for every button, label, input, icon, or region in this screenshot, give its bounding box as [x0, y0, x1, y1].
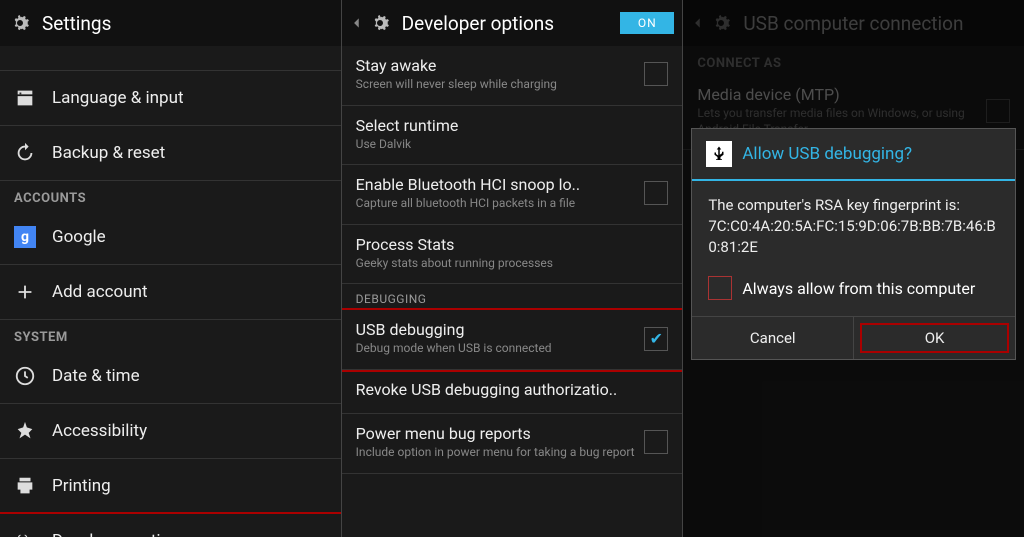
label: USB debugging	[356, 320, 637, 339]
row-add-account[interactable]: Add account	[0, 265, 341, 320]
settings-panel: Settings Language & input Backup & reset…	[0, 0, 342, 537]
master-toggle[interactable]: ON	[620, 12, 674, 34]
settings-title: Settings	[42, 12, 333, 35]
body-line1: The computer's RSA key fingerprint is:	[708, 195, 999, 216]
sublabel: Geeky stats about running processes	[356, 256, 661, 272]
label: Process Stats	[356, 235, 661, 254]
label: Enable Bluetooth HCI snoop lo..	[356, 175, 637, 194]
backup-icon	[14, 142, 36, 164]
section-system: SYSTEM	[0, 320, 341, 349]
label: Accessibility	[52, 421, 327, 441]
label: Add account	[52, 282, 327, 302]
cancel-button[interactable]: Cancel	[692, 317, 854, 359]
usb-connection-panel: USB computer connection CONNECT AS Media…	[683, 0, 1024, 537]
item-revoke-usb[interactable]: Revoke USB debugging authorizatio..	[342, 370, 683, 414]
checkbox[interactable]	[644, 430, 668, 454]
row-date-time[interactable]: Date & time	[0, 349, 341, 404]
clock-icon	[14, 365, 36, 387]
dialog-body: The computer's RSA key fingerprint is: 7…	[692, 181, 1015, 272]
back-icon[interactable]	[350, 16, 364, 30]
printer-icon	[14, 475, 36, 497]
settings-header: Settings	[0, 0, 341, 46]
row-printing[interactable]: Printing	[0, 459, 341, 514]
braces-icon: { }	[14, 530, 36, 537]
checkbox[interactable]	[708, 276, 732, 300]
label: Backup & reset	[52, 143, 327, 163]
usb-icon	[706, 141, 732, 167]
item-process-stats[interactable]: Process Stats Geeky stats about running p…	[342, 225, 683, 285]
label: Developer options	[52, 531, 327, 537]
label: Printing	[52, 476, 327, 496]
checkbox[interactable]	[644, 181, 668, 205]
developer-options-panel: Developer options ON Stay awake Screen wi…	[342, 0, 684, 537]
label: Google	[52, 227, 327, 247]
label: Date & time	[52, 366, 327, 386]
section-debugging: DEBUGGING	[342, 284, 683, 310]
label: Select runtime	[356, 116, 661, 135]
ok-button[interactable]: OK	[854, 317, 1015, 359]
gear-icon	[8, 11, 32, 35]
dialog-buttons: Cancel OK	[692, 316, 1015, 359]
row-developer-options[interactable]: { } Developer options	[0, 514, 341, 537]
label: Revoke USB debugging authorizatio..	[356, 380, 661, 399]
sublabel: Capture all bluetooth HCI packets in a f…	[356, 196, 637, 212]
svg-text:{ }: { }	[16, 533, 30, 537]
dialog-title: Allow USB debugging?	[742, 144, 912, 164]
section-accounts: ACCOUNTS	[0, 181, 341, 210]
google-icon: g	[14, 226, 36, 248]
sublabel: Include option in power menu for taking …	[356, 445, 637, 461]
plus-icon	[14, 281, 36, 303]
language-icon	[14, 87, 36, 109]
checkbox[interactable]	[644, 327, 668, 351]
label: Language & input	[52, 88, 327, 108]
sublabel: Screen will never sleep while charging	[356, 77, 637, 93]
truncated-row	[0, 46, 341, 71]
row-accessibility[interactable]: Accessibility	[0, 404, 341, 459]
checkbox[interactable]	[644, 62, 668, 86]
row-google[interactable]: g Google	[0, 210, 341, 265]
dev-header: Developer options ON	[342, 0, 683, 46]
item-usb-debugging[interactable]: USB debugging Debug mode when USB is conn…	[342, 310, 683, 370]
row-language-input[interactable]: Language & input	[0, 71, 341, 126]
gear-icon	[368, 11, 392, 35]
dialog-header: Allow USB debugging?	[692, 129, 1015, 181]
usb-debug-dialog: Allow USB debugging? The computer's RSA …	[691, 128, 1016, 360]
item-bt-hci-snoop[interactable]: Enable Bluetooth HCI snoop lo.. Capture a…	[342, 165, 683, 225]
label: Power menu bug reports	[356, 424, 637, 443]
dev-title: Developer options	[402, 12, 611, 35]
dialog-always-allow[interactable]: Always allow from this computer	[692, 272, 1015, 316]
fingerprint: 7C:C0:4A:20:5A:FC:15:9D:06:7B:BB:7B:46:B…	[708, 216, 999, 258]
sublabel: Debug mode when USB is connected	[356, 341, 637, 357]
label: Stay awake	[356, 56, 637, 75]
row-backup-reset[interactable]: Backup & reset	[0, 126, 341, 181]
hand-icon	[14, 420, 36, 442]
item-stay-awake[interactable]: Stay awake Screen will never sleep while …	[342, 46, 683, 106]
check-label: Always allow from this computer	[742, 279, 975, 298]
sublabel: Use Dalvik	[356, 137, 661, 153]
item-select-runtime[interactable]: Select runtime Use Dalvik	[342, 106, 683, 166]
item-power-menu-bug[interactable]: Power menu bug reports Include option in …	[342, 414, 683, 474]
